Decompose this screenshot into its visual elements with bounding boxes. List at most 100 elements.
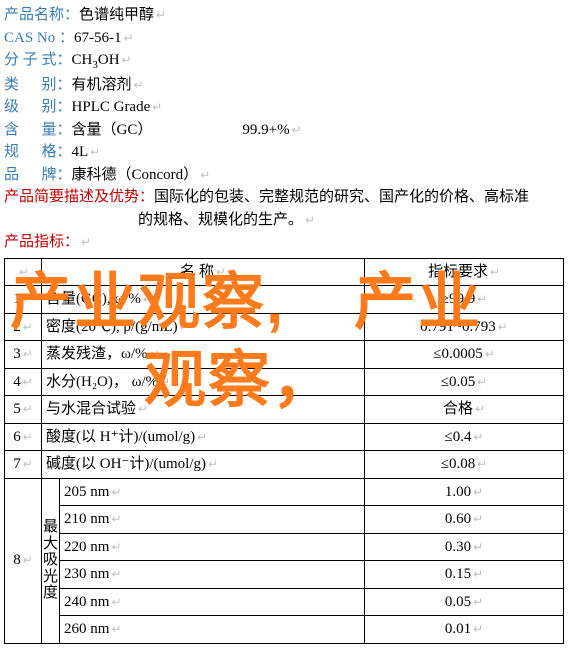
row-name: 含量(GC), ω/%	[42, 286, 365, 314]
content-gap	[152, 122, 242, 138]
line-end-icon	[473, 430, 483, 444]
row-num: 4	[5, 368, 42, 396]
line-end-icon	[160, 375, 170, 389]
cas-row: CAS No ：67-56-1	[4, 27, 570, 50]
line-end-icon	[138, 402, 148, 416]
category-row: 类 别：有机溶剂	[4, 74, 570, 97]
row-req: ≥99.9	[365, 286, 564, 314]
line-end-icon	[111, 512, 121, 526]
row-name: 水分(H₂O)， ω/%	[42, 368, 365, 396]
line-end-icon	[473, 622, 483, 636]
desc-value-1: 国际化的包装、完整规范的研究、国产化的价格、高标准	[154, 189, 529, 205]
cas-label: CAS No ：	[4, 30, 74, 46]
category-label: 类 别：	[4, 77, 72, 93]
table-row: 1 含量(GC), ω/% ≥99.9	[5, 286, 564, 314]
table-row: 6 酸度(以 H⁺计)/(umol/g) ≤0.4	[5, 423, 564, 451]
line-end-icon	[156, 8, 166, 22]
row-name: 与水混合试验	[42, 396, 365, 424]
table-row: 7 碱度(以 OH⁻计)/(umol/g) ≤0.08	[5, 451, 564, 479]
content-row: 含 量：含量（GC） 99.9+%	[4, 119, 570, 142]
table-head-row: 名 称 指标要求	[5, 258, 564, 286]
abs-val: 0.05	[365, 588, 564, 616]
abs-nm: 205 nm	[60, 478, 365, 506]
category-value: 有机溶剂	[72, 77, 132, 93]
row-req: 合格	[365, 396, 564, 424]
line-end-icon	[216, 265, 226, 279]
row-num: 2	[5, 313, 42, 341]
indicator-row: 产品指标：	[4, 231, 570, 254]
row-num: 7	[5, 451, 42, 479]
desc-value-2: 的规格、规模化的生产。	[138, 212, 303, 228]
content-label: 含 量：	[4, 122, 72, 138]
formula-label: 分 子 式：	[4, 52, 72, 68]
spec-table: 名 称 指标要求 1 含量(GC), ω/% ≥99.9 2 密度(20℃), …	[4, 258, 564, 644]
line-end-icon	[197, 430, 207, 444]
row-req: ≤0.08	[365, 451, 564, 479]
grade-label: 级 别：	[4, 99, 72, 115]
line-end-icon	[111, 595, 121, 609]
content-percent: 99.9+%	[242, 122, 289, 138]
spec-value: 4L	[72, 144, 89, 160]
desc-row: 产品简要描述及优势：国际化的包装、完整规范的研究、国产化的价格、高标准	[4, 186, 570, 209]
line-end-icon	[124, 31, 134, 45]
row-num: 6	[5, 423, 42, 451]
line-end-icon	[305, 213, 315, 227]
head-blank	[5, 258, 42, 286]
abs-label: 最大吸光度	[42, 478, 60, 643]
spec-label: 规 格：	[4, 144, 72, 160]
grade-row: 级 别：HPLC Grade	[4, 96, 570, 119]
row-num: 1	[5, 286, 42, 314]
line-end-icon	[23, 457, 33, 471]
line-end-icon	[473, 567, 483, 581]
line-end-icon	[490, 265, 500, 279]
content-value: 含量（GC）	[72, 122, 153, 138]
line-end-icon	[473, 595, 483, 609]
row-req: ≤0.4	[365, 423, 564, 451]
line-end-icon	[200, 168, 210, 182]
desc-row-2: 的规格、规模化的生产。	[138, 209, 570, 232]
row-req: 0.791~0.793	[365, 313, 564, 341]
table-row: 3 蒸发残渣，ω/% ≤0.0005	[5, 341, 564, 369]
abs-nm: 210 nm	[60, 506, 365, 534]
line-end-icon	[477, 457, 487, 471]
line-end-icon	[19, 265, 29, 279]
row-num: 5	[5, 396, 42, 424]
line-end-icon	[150, 347, 160, 361]
table-row: 210 nm 0.60	[5, 506, 564, 534]
table-row: 8 最大吸光度 205 nm 1.00	[5, 478, 564, 506]
abs-val: 0.60	[365, 506, 564, 534]
table-row: 240 nm 0.05	[5, 588, 564, 616]
table-row: 4 水分(H₂O)， ω/% ≤0.05	[5, 368, 564, 396]
abs-nm: 240 nm	[60, 588, 365, 616]
line-end-icon	[111, 622, 121, 636]
abs-val: 0.15	[365, 561, 564, 589]
row-num: 8	[5, 478, 42, 643]
desc-label: 产品简要描述及优势：	[4, 189, 154, 205]
formula-row: 分 子 式：CH3OH	[4, 49, 570, 74]
row-name: 密度(20℃), ρ/(g/mL)	[42, 313, 365, 341]
line-end-icon	[23, 430, 33, 444]
row-name: 碱度(以 OH⁻计)/(umol/g)	[42, 451, 365, 479]
line-end-icon	[111, 540, 121, 554]
line-end-icon	[134, 78, 144, 92]
table-row: 2 密度(20℃), ρ/(g/mL) 0.791~0.793	[5, 313, 564, 341]
product-name-row: 产品名称：色谱纯甲醇	[4, 4, 570, 27]
brand-row: 品 牌：康科德（Concord）	[4, 164, 570, 187]
abs-val: 0.30	[365, 533, 564, 561]
line-end-icon	[473, 485, 483, 499]
line-end-icon	[122, 53, 132, 67]
abs-nm: 260 nm	[60, 616, 365, 644]
line-end-icon	[111, 485, 121, 499]
abs-val: 1.00	[365, 478, 564, 506]
line-end-icon	[23, 553, 33, 567]
line-end-icon	[23, 320, 33, 334]
line-end-icon	[81, 235, 91, 249]
product-name-label: 产品名称：	[4, 7, 79, 23]
table-row: 260 nm 0.01	[5, 616, 564, 644]
row-name: 酸度(以 H⁺计)/(umol/g)	[42, 423, 365, 451]
head-req: 指标要求	[365, 258, 564, 286]
line-end-icon	[152, 100, 162, 114]
table-row: 230 nm 0.15	[5, 561, 564, 589]
line-end-icon	[498, 320, 508, 334]
line-end-icon	[111, 567, 121, 581]
